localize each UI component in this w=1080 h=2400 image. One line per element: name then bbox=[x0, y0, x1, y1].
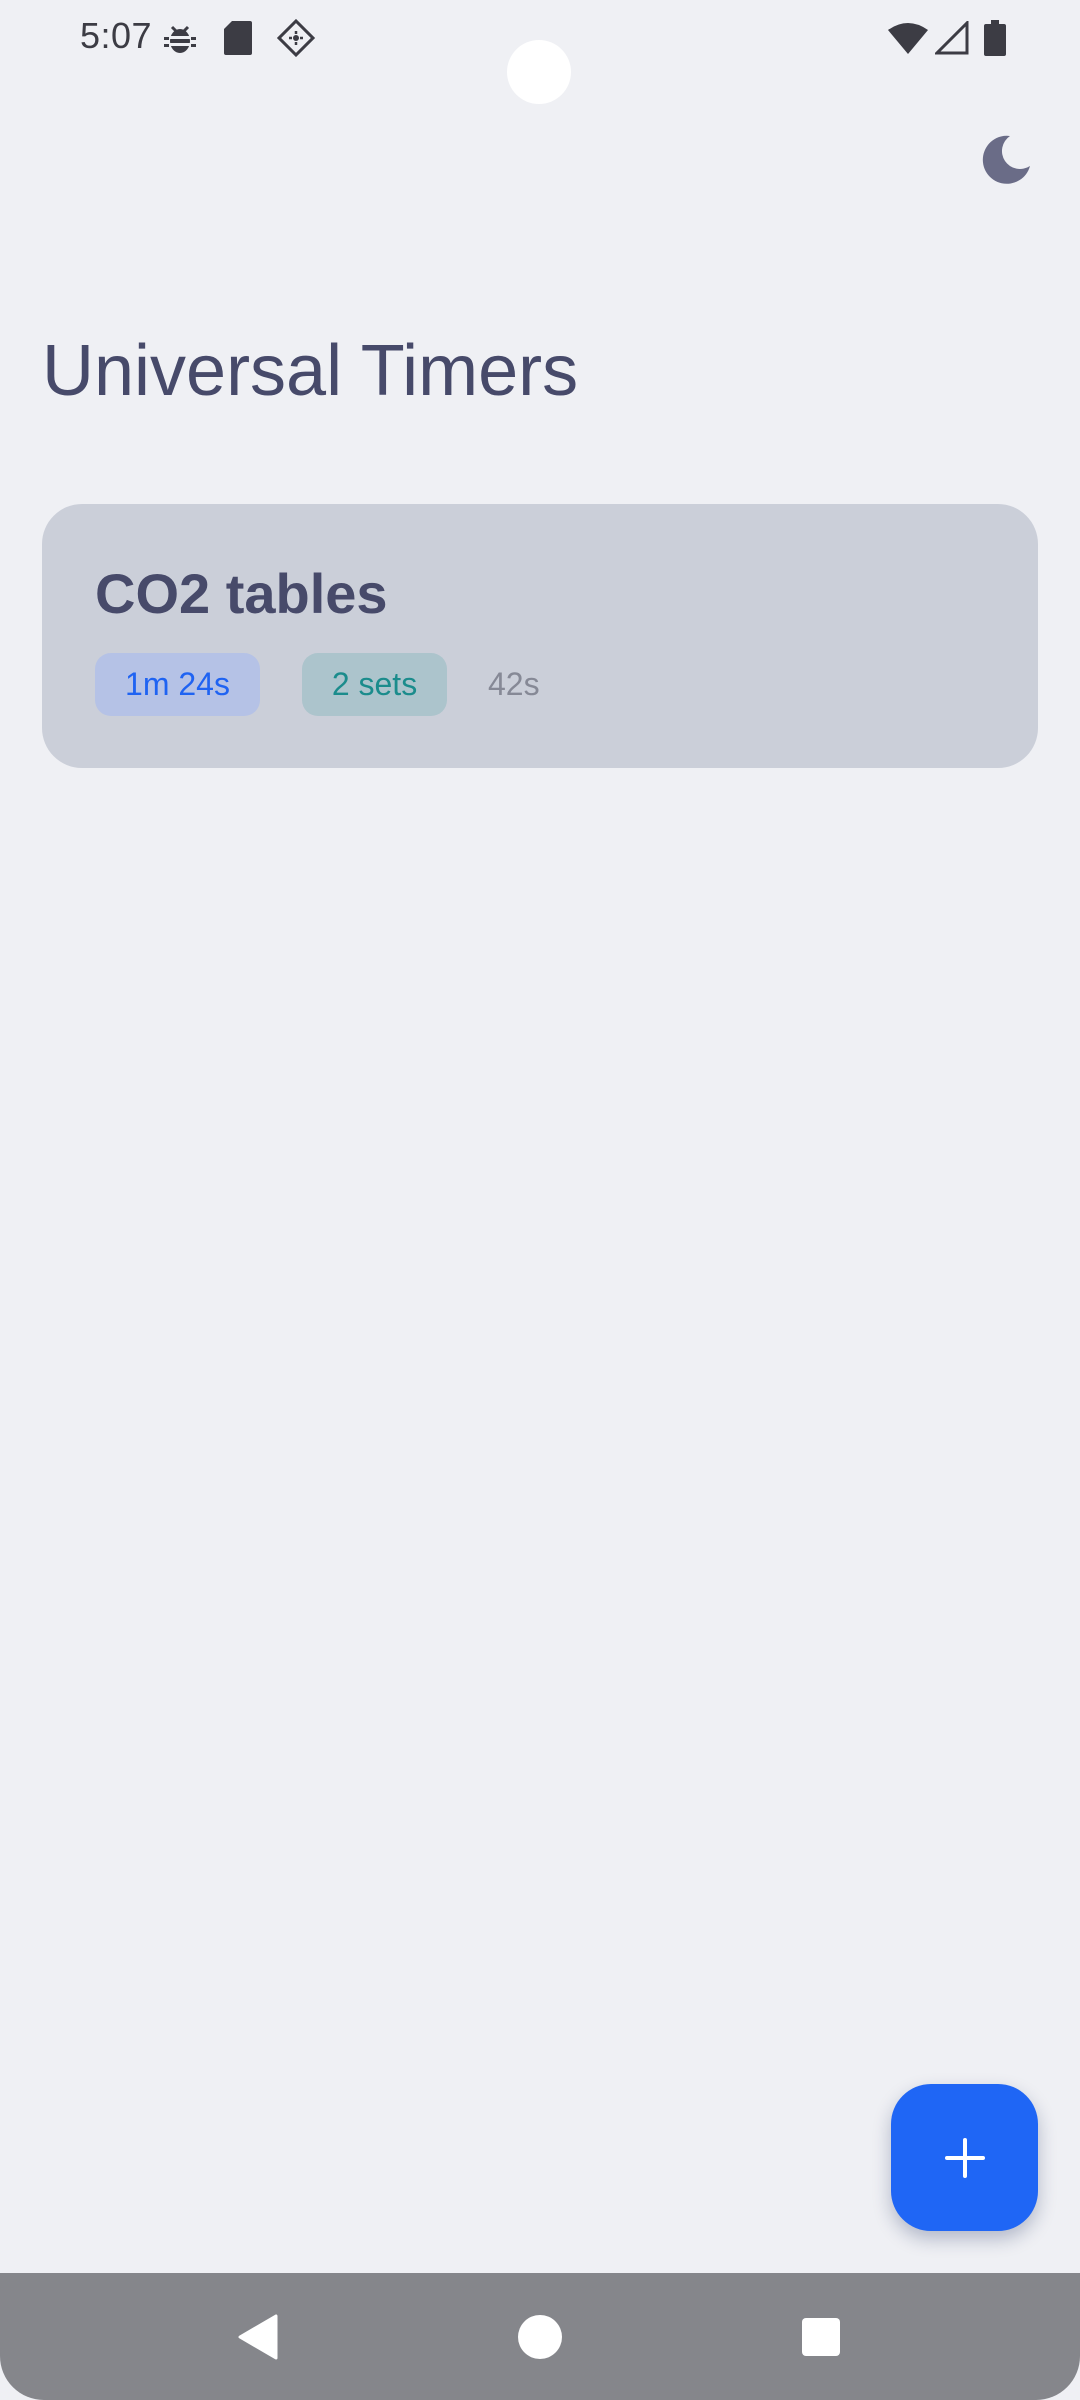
battery-icon bbox=[975, 18, 1015, 58]
page-title: Universal Timers bbox=[42, 331, 579, 411]
home-icon bbox=[518, 2314, 562, 2359]
status-bar: 5:07 bbox=[0, 0, 1080, 104]
moon-icon bbox=[982, 135, 1030, 184]
nav-recents-button[interactable] bbox=[761, 2273, 881, 2400]
cell-signal-icon bbox=[932, 18, 972, 58]
camera-cutout bbox=[507, 40, 571, 104]
bug-icon bbox=[160, 18, 200, 58]
timer-name: CO2 tables bbox=[95, 562, 388, 625]
timer-card[interactable]: CO2 tables 1m 24s 2 sets 42s bbox=[42, 504, 1038, 768]
wifi-icon bbox=[888, 18, 928, 58]
plus-icon bbox=[944, 2137, 985, 2178]
sets-chip: 2 sets bbox=[302, 653, 447, 716]
recents-icon bbox=[802, 2317, 840, 2356]
status-time: 5:07 bbox=[80, 15, 153, 56]
add-timer-button[interactable] bbox=[891, 2084, 1038, 2231]
nav-back-button[interactable] bbox=[198, 2273, 318, 2400]
location-diamond-icon bbox=[276, 18, 316, 58]
rest-duration: 42s bbox=[488, 666, 540, 702]
app-screen: 5:07 Universal Timers CO2 tables 1m 24s … bbox=[0, 0, 1080, 2400]
navigation-bar bbox=[0, 2273, 1080, 2400]
sd-card-icon bbox=[218, 18, 258, 58]
nav-home-button[interactable] bbox=[480, 2273, 600, 2400]
duration-chip: 1m 24s bbox=[95, 653, 260, 716]
back-icon bbox=[238, 2314, 278, 2359]
theme-toggle-button[interactable] bbox=[974, 128, 1038, 192]
